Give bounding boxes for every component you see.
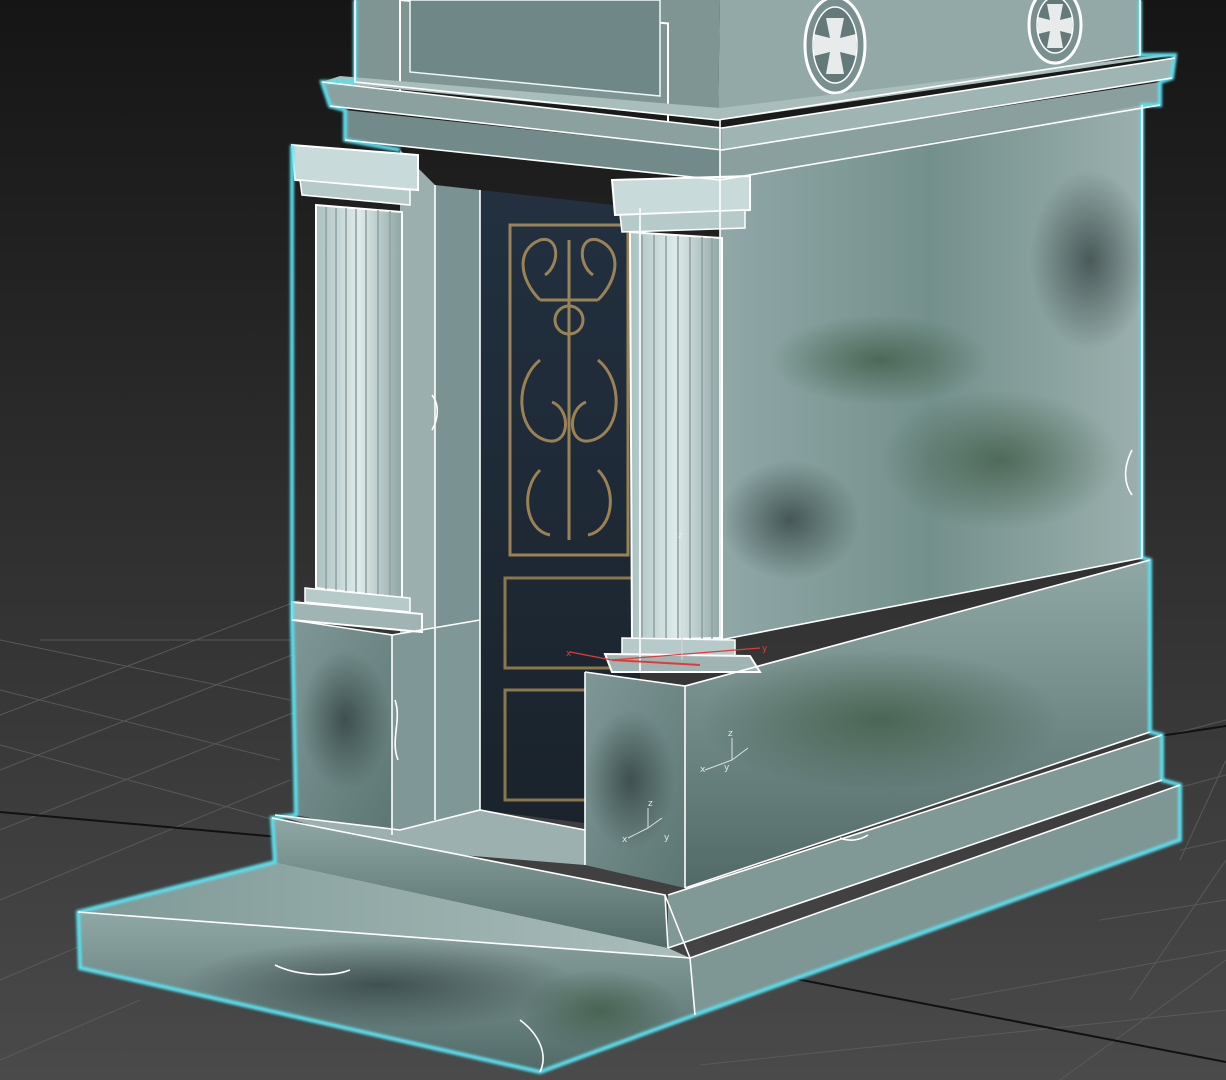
cross-medallion-2 (1027, 0, 1083, 65)
axis-label-y: y (664, 833, 670, 843)
dirt-patch (300, 650, 390, 790)
axis-label-z: z (728, 729, 733, 739)
dirt-patch (180, 940, 580, 1030)
axis-label-x: x (566, 649, 572, 659)
axis-label-y: y (762, 644, 768, 654)
axis-label-x: x (622, 835, 628, 845)
dirt-patch (720, 460, 860, 580)
axis-label-z: z (648, 799, 653, 809)
3d-perspective-viewport[interactable]: x y z x y z x y z (0, 0, 1226, 1080)
axis-label-z: z (678, 531, 683, 541)
left-pedestal-side (392, 620, 480, 835)
axis-label-y: y (724, 763, 730, 773)
dirt-patch (585, 710, 675, 850)
moss-patch (770, 315, 990, 405)
cross-medallion-1 (803, 0, 867, 95)
moss-patch (880, 390, 1120, 530)
moss-patch (520, 970, 680, 1050)
dirt-patch (1030, 170, 1150, 350)
viewport-canvas[interactable]: x y z x y z x y z (0, 0, 1226, 1080)
axis-label-x: x (700, 765, 706, 775)
